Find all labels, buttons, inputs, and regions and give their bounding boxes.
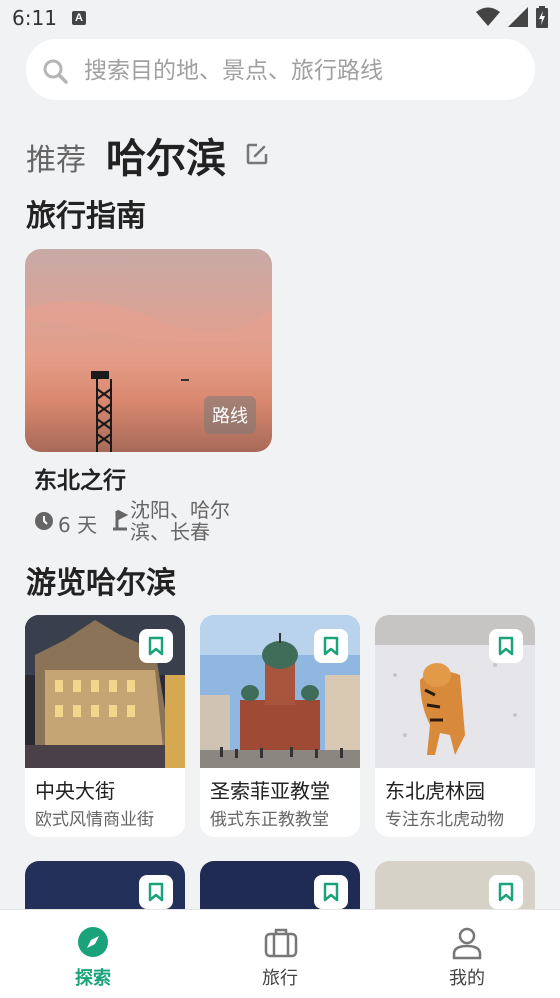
bookmark-button[interactable] xyxy=(314,629,348,663)
place-name: 东北虎林园 xyxy=(385,779,485,803)
bookmark-icon xyxy=(148,882,164,902)
city-name[interactable]: 哈尔滨 xyxy=(106,126,226,184)
person-icon xyxy=(452,927,482,960)
tour-section-title: 游览哈尔滨 xyxy=(26,566,176,601)
place-name: 中央大街 xyxy=(35,779,115,803)
place-card-st-sophia-cathedral[interactable]: 圣索菲亚教堂 俄式东正教教堂 xyxy=(200,615,360,837)
bookmark-icon xyxy=(498,636,514,656)
nav-mine[interactable]: 我的 xyxy=(407,910,527,998)
bookmark-button[interactable] xyxy=(139,875,173,909)
bookmark-icon xyxy=(498,882,514,902)
bookmark-icon xyxy=(323,636,339,656)
guide-duration: 6 天 xyxy=(58,513,98,537)
notification-a-icon: A xyxy=(72,11,86,25)
bookmark-button[interactable] xyxy=(489,875,523,909)
place-description: 专注东北虎动物 xyxy=(385,810,504,830)
nav-label: 我的 xyxy=(449,968,485,989)
status-time: 6:11 xyxy=(12,6,57,30)
clock-icon xyxy=(35,512,53,530)
place-card-siberian-tiger-park[interactable]: 东北虎林园 专注东北虎动物 xyxy=(375,615,535,837)
edit-icon[interactable] xyxy=(245,142,269,166)
battery-icon xyxy=(536,6,548,28)
guide-card[interactable]: 路线 xyxy=(25,249,272,452)
nav-explore[interactable]: 探索 xyxy=(33,910,153,998)
recommend-label: 推荐 xyxy=(26,143,86,178)
bookmark-button[interactable] xyxy=(139,629,173,663)
guide-section-title: 旅行指南 xyxy=(26,199,146,234)
bookmark-button[interactable] xyxy=(489,629,523,663)
place-card-central-street[interactable]: 中央大街 欧式风情商业街 xyxy=(25,615,185,837)
search-icon xyxy=(43,59,68,84)
place-name: 圣索菲亚教堂 xyxy=(210,779,330,803)
compass-icon xyxy=(78,927,108,957)
bottom-nav: 探索 旅行 我的 xyxy=(0,909,560,998)
bookmark-button[interactable] xyxy=(314,875,348,909)
guide-title[interactable]: 东北之行 xyxy=(34,461,126,495)
status-bar: 6:11 A xyxy=(0,0,560,36)
status-icons xyxy=(476,6,548,28)
place-description: 俄式东正教教堂 xyxy=(210,810,329,830)
wifi-icon xyxy=(476,7,500,26)
nav-travel[interactable]: 旅行 xyxy=(220,910,340,998)
bookmark-icon xyxy=(323,882,339,902)
route-tag: 路线 xyxy=(204,396,256,434)
nav-label: 探索 xyxy=(75,968,111,989)
bookmark-icon xyxy=(148,636,164,656)
guide-cities: 沈阳、哈尔滨、长春 xyxy=(130,498,230,544)
search-input[interactable] xyxy=(82,50,506,92)
nav-label: 旅行 xyxy=(262,968,298,989)
signal-icon xyxy=(508,7,528,27)
location-pin-icon xyxy=(113,509,129,531)
suitcase-icon xyxy=(264,928,298,958)
place-description: 欧式风情商业街 xyxy=(35,810,154,830)
